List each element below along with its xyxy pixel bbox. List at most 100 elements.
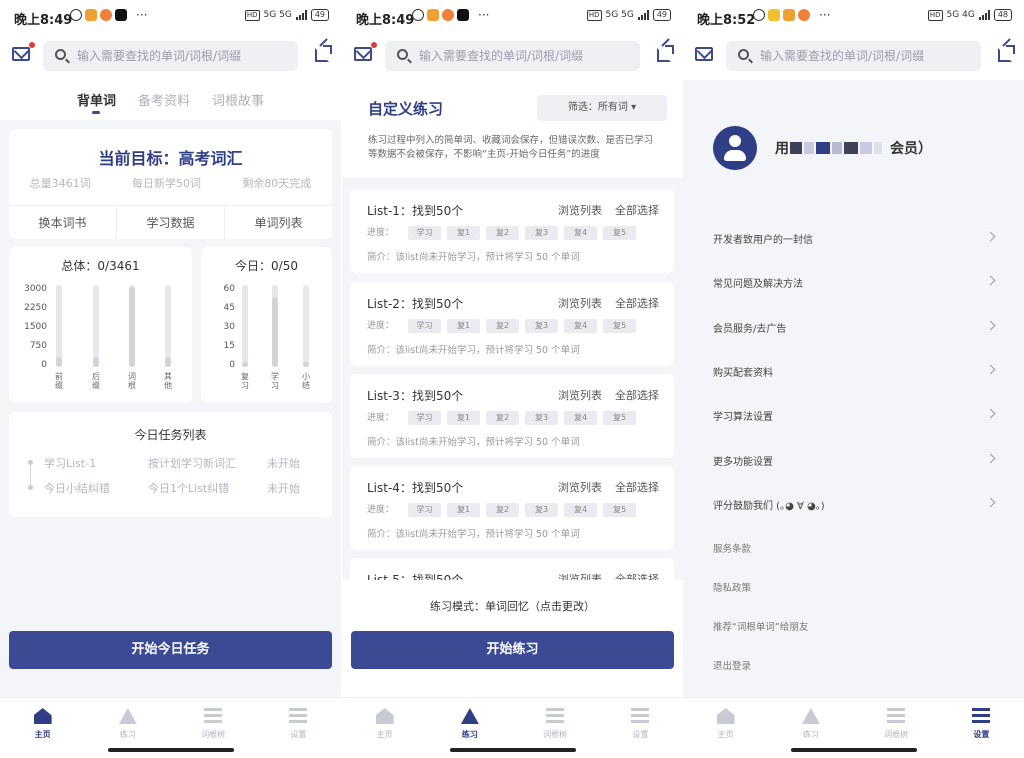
- search-box[interactable]: [726, 41, 981, 71]
- mail-icon[interactable]: [695, 47, 713, 61]
- menu-item-label: 常见问题及解决方法: [713, 279, 803, 291]
- tab-vocabulary[interactable]: 背单词: [77, 80, 116, 120]
- settings-menu-item[interactable]: 开发者致用户的一封信: [713, 231, 996, 251]
- settings-link[interactable]: 隐私政策: [713, 580, 751, 594]
- x-label: 词根: [128, 372, 136, 390]
- share-icon[interactable]: [998, 45, 1015, 62]
- search-box[interactable]: [43, 41, 298, 71]
- task-name: 学习List-1: [44, 457, 97, 470]
- home-indicator[interactable]: [790, 748, 917, 752]
- tiktok-icon: [457, 9, 469, 21]
- mail-icon[interactable]: [354, 42, 377, 61]
- share-icon[interactable]: [657, 45, 674, 62]
- status-bar: 晚上8:49 ··· HD 5G 5G 49: [342, 0, 683, 34]
- list-title: List-3：找到50个: [367, 389, 464, 403]
- list-intro: 简介：该list尚未开始学习，预计将学习 50 个单词: [367, 437, 580, 448]
- select-all-button[interactable]: 全部选择: [615, 387, 659, 403]
- settings-menu-icon: [972, 708, 991, 724]
- nav-settings[interactable]: 设置: [256, 698, 341, 758]
- browse-list-button[interactable]: 浏览列表: [558, 295, 602, 311]
- app-notification-icon: [85, 9, 97, 21]
- tab-root-stories[interactable]: 词根故事: [212, 80, 264, 120]
- settings-link[interactable]: 推荐“词根单词”给朋友: [713, 619, 808, 633]
- settings-link[interactable]: 退出登录: [713, 658, 751, 672]
- nav-home[interactable]: 主页: [342, 698, 427, 758]
- progress-label: 进度：: [367, 321, 395, 331]
- bar-fill: [303, 362, 309, 367]
- stage-chip: 学习: [408, 503, 441, 517]
- page-title: 自定义练习: [368, 100, 444, 118]
- start-practice-button[interactable]: 开始练习: [351, 631, 674, 669]
- select-all-button[interactable]: 全部选择: [615, 295, 659, 311]
- task-name: 今日小结纠错: [44, 482, 110, 495]
- avatar[interactable]: [713, 126, 757, 170]
- home-indicator[interactable]: [107, 748, 234, 752]
- stage-chip: 复2: [486, 503, 519, 517]
- practice-mode-toggle[interactable]: 练习模式：单词回忆（点击更改）: [342, 598, 683, 614]
- word-list-button[interactable]: 单词列表: [225, 206, 332, 239]
- status-bar: 晚上8:49 ··· HD 5G 5G 49: [0, 0, 341, 34]
- search-input[interactable]: [77, 41, 292, 71]
- redacted-block: [860, 142, 872, 154]
- task-row[interactable]: 学习List-1 按计划学习新词汇 未开始: [9, 455, 332, 475]
- browse-list-button[interactable]: 浏览列表: [558, 202, 602, 218]
- home-indicator[interactable]: [449, 748, 576, 752]
- signal-icon: [295, 10, 307, 20]
- list-title: List-1：找到50个: [367, 204, 464, 218]
- stage-chip: 复2: [486, 411, 519, 425]
- nav-home[interactable]: 主页: [0, 698, 85, 758]
- task-row[interactable]: 今日小结纠错 今日1个List纠错 未开始: [9, 480, 332, 500]
- list-card[interactable]: List-1：找到50个 浏览列表 全部选择 进度： 学习 复1 复2 复3 复4 复5 简介：该l…: [350, 189, 674, 273]
- y-tick: 750: [29, 341, 47, 351]
- status-time: 晚上8:49: [14, 13, 73, 28]
- goal-actions: 换本词书 学习数据 单词列表: [9, 205, 332, 239]
- browse-list-button[interactable]: 浏览列表: [558, 387, 602, 403]
- settings-menu-item[interactable]: 评分鼓励我们 (｡◕ ∀ ◕｡): [713, 497, 996, 517]
- settings-menu-icon: [631, 708, 650, 724]
- select-all-button[interactable]: 全部选择: [615, 202, 659, 218]
- redacted-block: [804, 142, 814, 154]
- goal-total: 总量3461词: [29, 177, 91, 190]
- search-input[interactable]: [760, 41, 975, 71]
- y-tick: 60: [223, 284, 235, 294]
- search-box[interactable]: [385, 41, 640, 71]
- study-data-button[interactable]: 学习数据: [117, 206, 225, 239]
- list-card[interactable]: List-3：找到50个 浏览列表 全部选择 进度： 学习 复1 复2 复3 复4 复5 简介：该l…: [350, 374, 674, 458]
- stage-chip: 复3: [525, 226, 558, 240]
- bar-fill: [242, 362, 248, 367]
- share-icon[interactable]: [315, 45, 332, 62]
- search-input[interactable]: [419, 41, 634, 71]
- menu-item-label: 会员服务/去广告: [713, 323, 787, 335]
- nav-home[interactable]: 主页: [683, 698, 768, 758]
- bar-track: [303, 285, 309, 367]
- stage-chip: 复5: [603, 226, 636, 240]
- tab-exam-materials[interactable]: 备考资料: [138, 80, 190, 120]
- start-today-task-button[interactable]: 开始今日任务: [9, 631, 332, 669]
- change-book-button[interactable]: 换本词书: [9, 206, 117, 239]
- settings-menu-item[interactable]: 会员服务/去广告: [713, 320, 996, 340]
- settings-menu-item[interactable]: 购买配套资料: [713, 364, 996, 384]
- settings-link[interactable]: 服务条款: [713, 541, 751, 555]
- x-label: 学习: [271, 372, 279, 390]
- total-progress-chart: 总体：0/3461 3000 2250 1500 750 0 前缀 后缀 词根 …: [9, 247, 192, 403]
- nav-settings[interactable]: 设置: [598, 698, 683, 758]
- nav-settings[interactable]: 设置: [939, 698, 1024, 758]
- settings-menu-item[interactable]: 更多功能设置: [713, 453, 996, 473]
- list-intro: 简介：该list尚未开始学习，预计将学习 50 个单词: [367, 529, 580, 540]
- list-card[interactable]: List-4：找到50个 浏览列表 全部选择 进度： 学习 复1 复2 复3 复4 复5 简介：该l…: [350, 466, 674, 550]
- settings-body: 用 会员） 开发者致用户的一封信常见问题及解决方法 会员服务/去广告购买配套资料学…: [683, 80, 1024, 697]
- select-all-button[interactable]: 全部选择: [615, 479, 659, 495]
- bar-track: [272, 285, 278, 367]
- browse-list-button[interactable]: 浏览列表: [558, 479, 602, 495]
- mail-icon[interactable]: [12, 42, 35, 61]
- y-tick: 3000: [24, 284, 47, 294]
- task-desc: 按计划学习新词汇: [148, 457, 236, 470]
- settings-menu-item[interactable]: 常见问题及解决方法: [713, 275, 996, 295]
- redacted-block: [844, 142, 858, 154]
- search-header: [0, 34, 341, 80]
- username[interactable]: 用 会员）: [775, 138, 932, 158]
- list-card[interactable]: List-2：找到50个 浏览列表 全部选择 进度： 学习 复1 复2 复3 复4 复5 简介：该l…: [350, 282, 674, 366]
- settings-menu-item[interactable]: 学习算法设置: [713, 408, 996, 428]
- filter-dropdown[interactable]: 筛选：所有词 ▾: [537, 95, 667, 121]
- chevron-right-icon: [985, 497, 996, 508]
